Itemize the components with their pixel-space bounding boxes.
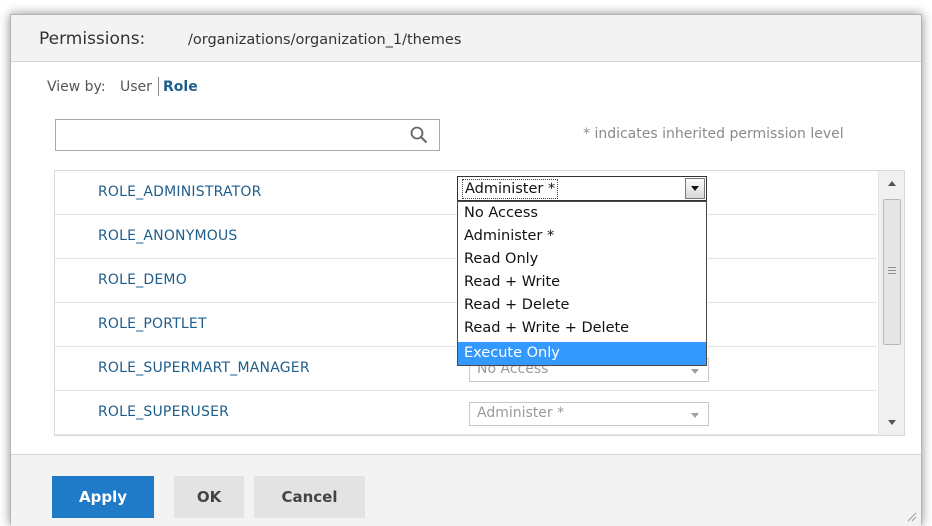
dialog-footer: Apply OK Cancel [11, 454, 921, 526]
search-icon[interactable] [409, 125, 429, 145]
chevron-down-icon [691, 369, 699, 374]
dropdown-option[interactable]: Read + Delete [458, 294, 706, 317]
permission-select-value: Administer * [477, 405, 565, 421]
inherited-permission-note: * indicates inherited permission level [583, 126, 844, 142]
apply-button[interactable]: Apply [52, 476, 154, 518]
view-by-label: View by: [47, 79, 106, 95]
chevron-up-icon[interactable] [888, 181, 896, 186]
ok-button[interactable]: OK [174, 476, 244, 518]
scrollbar-thumb[interactable] [883, 199, 901, 345]
view-by-user-link[interactable]: User [120, 79, 152, 95]
role-label: ROLE_DEMO [98, 272, 187, 288]
dropdown-option[interactable]: Administer * [458, 225, 706, 248]
role-label: ROLE_SUPERUSER [98, 404, 230, 420]
dialog-titlebar: Permissions: /organizations/organization… [11, 15, 921, 62]
dropdown-option[interactable]: No Access [458, 202, 706, 225]
chevron-down-icon[interactable] [888, 420, 896, 425]
dropdown-option[interactable]: Read Only [458, 248, 706, 271]
role-label: ROLE_PORTLET [98, 316, 207, 332]
view-by-separator [158, 77, 159, 96]
grip-icon [888, 267, 896, 274]
table-row: ROLE_SUPERUSER Administer * [55, 391, 877, 435]
role-label: ROLE_SUPERMART_MANAGER [98, 360, 310, 376]
dropdown-option-highlighted[interactable]: Execute Only [458, 342, 706, 365]
dropdown-option[interactable]: Read + Write [458, 271, 706, 294]
chevron-down-icon[interactable] [685, 178, 705, 199]
resize-grip-icon[interactable] [905, 510, 917, 522]
permission-select[interactable]: Administer * [469, 402, 709, 426]
dialog-title: Permissions: [39, 29, 146, 49]
dropdown-option[interactable]: Read + Write + Delete [458, 317, 706, 340]
search-input[interactable] [55, 119, 440, 151]
role-label: ROLE_ANONYMOUS [98, 228, 238, 244]
permission-select-open[interactable]: Administer * [457, 176, 707, 201]
cancel-button[interactable]: Cancel [254, 476, 365, 518]
view-by-role-link[interactable]: Role [163, 79, 198, 95]
permission-dropdown-menu: No Access Administer * Read Only Read + … [457, 201, 707, 366]
permission-select-value: Administer * [462, 179, 559, 199]
role-label: ROLE_ADMINISTRATOR [98, 184, 262, 200]
chevron-down-icon [691, 413, 699, 418]
list-scrollbar[interactable] [878, 171, 904, 435]
dialog-title-path: /organizations/organization_1/themes [188, 32, 462, 48]
